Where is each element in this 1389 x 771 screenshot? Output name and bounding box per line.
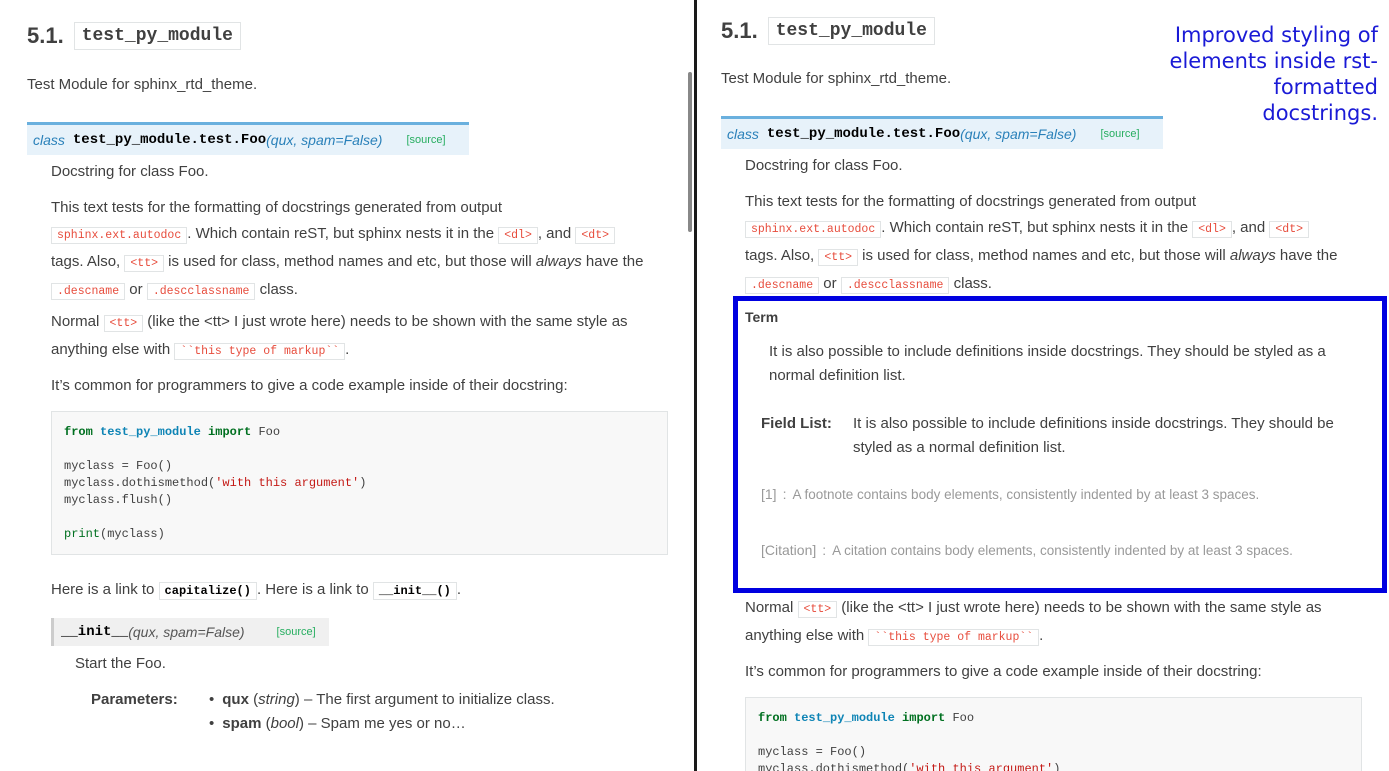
para-line: tags. Also, <tt> is used for class, meth… xyxy=(51,253,644,272)
inline-code: .descclassname xyxy=(146,283,256,300)
section-code: test_py_module xyxy=(73,22,241,50)
class-name: test_py_module.test.Foo xyxy=(766,126,961,142)
class-docstring: Docstring for class Foo. xyxy=(745,157,903,174)
inline-code: .descname xyxy=(51,283,126,300)
inline-code: <tt> xyxy=(103,315,144,332)
paragraph-formatting: This text tests for the formatting of do… xyxy=(745,193,1338,294)
code-block: from test_py_module import Foo myclass =… xyxy=(51,411,668,555)
inline-code: <dl> xyxy=(498,227,538,244)
init-name: __init__ xyxy=(61,624,129,640)
scrollbar-thumb[interactable] xyxy=(688,72,692,232)
paragraph-formatting: This text tests for the formatting of do… xyxy=(51,195,681,305)
capitalize-link[interactable]: capitalize() xyxy=(158,582,257,600)
parameters-field: Parameters: qux (string) – The first arg… xyxy=(91,688,691,738)
class-signature: class test_py_module.test.Foo (qux, spam… xyxy=(721,116,1163,149)
annotation-note: Improved styling of elements inside rst-… xyxy=(1169,23,1378,125)
section-number: 5.1. xyxy=(27,23,64,48)
init-link[interactable]: __init__() xyxy=(372,582,457,600)
inline-code: <dl> xyxy=(1192,221,1232,238)
section-number: 5.1. xyxy=(721,18,758,43)
parameter-item: qux (string) – The first argument to ini… xyxy=(209,688,554,712)
para-line: sphinx.ext.autodoc. Which contain reST, … xyxy=(51,221,681,249)
intro-text: Test Module for sphinx_rtd_theme. xyxy=(27,76,258,93)
inline-code: <dt> xyxy=(575,227,615,244)
para-line: .descname or .descclassname class. xyxy=(51,277,681,305)
class-params: (qux, spam=False) xyxy=(960,126,1077,142)
parameter-item: spam (bool) – Spam me yes or no… xyxy=(209,712,555,736)
parameters-list: qux (string) – The first argument to ini… xyxy=(209,688,555,736)
init-signature: __init__ (qux, spam=False) [source] xyxy=(51,618,329,646)
class-name: test_py_module.test.Foo xyxy=(72,132,267,148)
init-params: (qux, spam=False) xyxy=(128,624,245,640)
inline-code: <tt> xyxy=(797,601,838,618)
section-heading: 5.1. test_py_module xyxy=(721,17,935,45)
paragraph-normal-tt: Normal <tt> (like the <tt> I just wrote … xyxy=(51,313,628,360)
inline-code: sphinx.ext.autodoc xyxy=(745,221,882,238)
intro-text: Test Module for sphinx_rtd_theme. xyxy=(721,70,952,87)
highlight-box xyxy=(733,296,1387,593)
class-signature: class test_py_module.test.Foo (qux, spam… xyxy=(27,122,469,155)
source-link[interactable]: [source] xyxy=(1100,128,1139,140)
init-source-link[interactable]: [source] xyxy=(277,626,316,638)
para-line: This text tests for the formatting of do… xyxy=(51,199,503,216)
inline-code: <tt> xyxy=(124,255,164,272)
inline-code: ``this type of markup`` xyxy=(868,629,1040,646)
inline-code: <dt> xyxy=(1269,221,1309,238)
section-code: test_py_module xyxy=(767,17,935,45)
init-docstring: Start the Foo. xyxy=(75,655,166,672)
left-pane: 5.1. test_py_module Test Module for sphi… xyxy=(0,0,694,771)
inline-code: sphinx.ext.autodoc xyxy=(51,227,188,244)
section-heading: 5.1. test_py_module xyxy=(27,22,241,50)
inline-code: <tt> xyxy=(818,249,858,266)
paragraph-links: Here is a link to capitalize(). Here is … xyxy=(51,581,462,600)
class-docstring: Docstring for class Foo. xyxy=(51,163,209,180)
code-block: from test_py_module import Foo myclass =… xyxy=(745,697,1362,771)
paragraph-code-example: It’s common for programmers to give a co… xyxy=(51,377,568,394)
class-keyword: class xyxy=(33,132,65,148)
parameters-label: Parameters: xyxy=(91,691,178,708)
inline-code: ``this type of markup`` xyxy=(174,343,346,360)
inline-code: .descclassname xyxy=(840,277,950,294)
inline-code: .descname xyxy=(745,277,820,294)
paragraph-normal-tt: Normal <tt> (like the <tt> I just wrote … xyxy=(745,599,1322,646)
class-keyword: class xyxy=(727,126,759,142)
paragraph-code-example: It’s common for programmers to give a co… xyxy=(745,663,1262,680)
class-params: (qux, spam=False) xyxy=(266,132,383,148)
source-link[interactable]: [source] xyxy=(406,134,445,146)
